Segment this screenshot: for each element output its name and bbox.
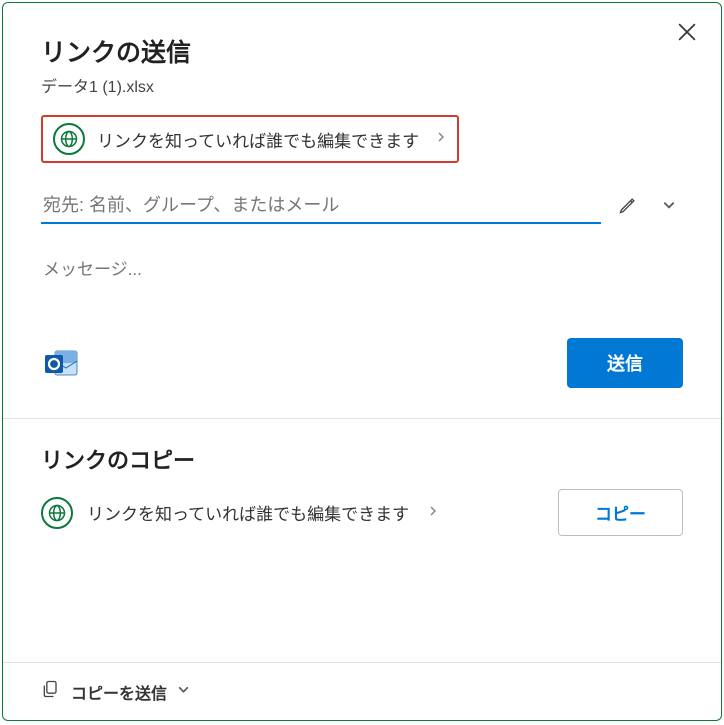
- recipient-input[interactable]: [41, 189, 601, 224]
- dialog-filename: データ1 (1).xlsx: [41, 73, 683, 97]
- send-copy-button[interactable]: コピーを送信: [3, 662, 721, 720]
- chevron-down-icon: [662, 198, 676, 215]
- chevron-right-icon: [427, 504, 439, 522]
- send-button[interactable]: 送信: [567, 338, 683, 388]
- copy-section-title: リンクのコピー: [41, 443, 683, 475]
- copy-send-icon: [41, 679, 61, 704]
- chevron-down-icon: [177, 683, 190, 701]
- permission-selector[interactable]: リンクを知っていれば誰でも編集できます: [41, 115, 459, 163]
- copy-button[interactable]: コピー: [558, 489, 683, 536]
- permission-dropdown-button[interactable]: [655, 190, 683, 224]
- pencil-icon: [618, 195, 638, 218]
- dialog-title: リンクの送信: [41, 33, 683, 69]
- permission-text: リンクを知っていれば誰でも編集できます: [97, 127, 419, 152]
- copy-permission-selector[interactable]: リンクを知っていれば誰でも編集できます: [41, 497, 439, 529]
- outlook-icon[interactable]: [41, 343, 81, 383]
- footer-text: コピーを送信: [71, 680, 167, 704]
- copy-permission-text: リンクを知っていれば誰でも編集できます: [87, 500, 409, 525]
- message-input[interactable]: [41, 230, 683, 288]
- close-button[interactable]: [671, 17, 703, 49]
- chevron-right-icon: [435, 130, 447, 148]
- close-icon: [678, 23, 696, 44]
- globe-icon: [41, 497, 73, 529]
- edit-permission-button[interactable]: [611, 190, 645, 224]
- globe-icon: [53, 123, 85, 155]
- share-dialog: リンクの送信 データ1 (1).xlsx リンクを知っていれば誰でも編集できます: [2, 2, 722, 721]
